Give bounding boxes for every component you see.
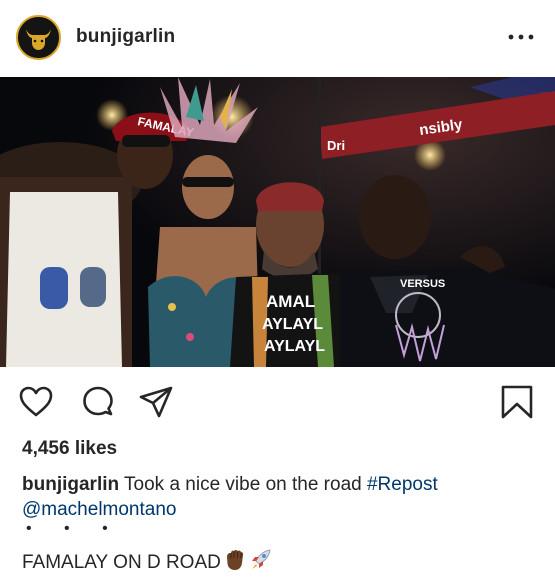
caption-username[interactable]: bunjigarlin [22,474,119,495]
caption-mention[interactable]: @machelmontano [22,499,176,520]
caption-line2: FAMALAY ON D ROAD [22,549,273,574]
comment-icon[interactable] [80,384,116,420]
raised-fist-icon [226,550,243,570]
post-photo[interactable]: Dri nsibly FAMALAY AMAL AYLAYL AYLAYL VE… [0,77,555,367]
post-caption: bunjigarlin Took a nice vibe on the road… [22,472,542,522]
caption-hashtag[interactable]: #Repost [367,474,438,495]
post-actions [0,379,555,429]
avatar[interactable] [16,15,61,60]
heart-icon[interactable] [18,384,54,420]
likes-count[interactable]: 4,456 likes [22,438,117,460]
rocket-icon [251,549,271,569]
paper-plane-icon[interactable] [138,384,174,420]
caption-line2-text: FAMALAY ON D ROAD [22,552,221,573]
caption-text: Took a nice vibe on the road [119,474,367,495]
shirt2-text: VERSUS [400,278,445,290]
caption-dots: • • • [26,520,122,537]
post-header: bunjigarlin [0,0,555,76]
post-username[interactable]: bunjigarlin [76,26,175,48]
shirt-text: AMAL [266,292,315,311]
more-horizontal-icon[interactable] [506,27,536,47]
svg-text:AYLAYL: AYLAYL [262,316,323,333]
bookmark-icon[interactable] [499,384,535,420]
banner-text-left: Dri [327,138,345,153]
svg-text:AYLAYL: AYLAYL [264,338,325,355]
bull-logo-icon [18,17,59,58]
post-photo-image: Dri nsibly FAMALAY AMAL AYLAYL AYLAYL VE… [0,77,555,367]
